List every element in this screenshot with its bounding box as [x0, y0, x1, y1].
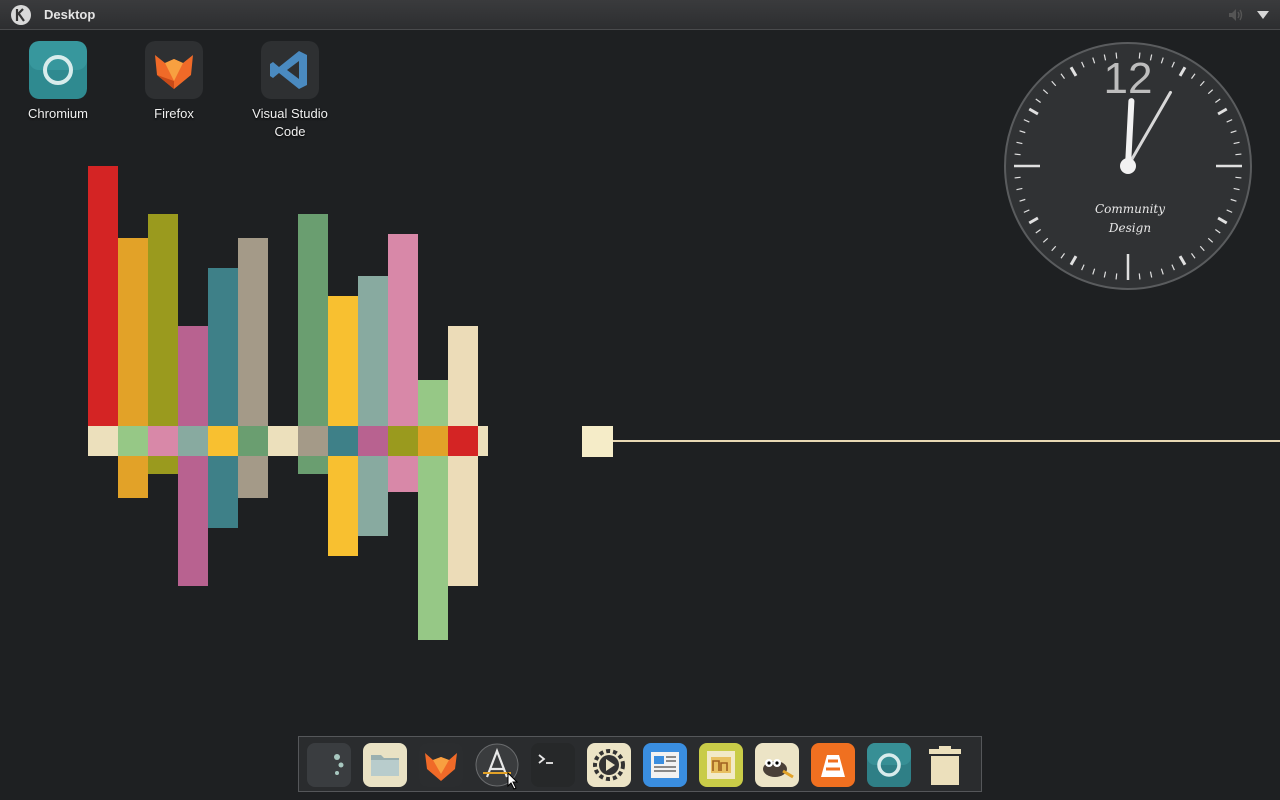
visualizer-bar — [178, 326, 208, 426]
plasma-icon — [307, 743, 351, 787]
visualizer-progress-marker — [582, 426, 613, 457]
visualizer-baseline-block — [328, 426, 358, 456]
visualizer-bar — [448, 326, 478, 426]
gear-icon — [587, 743, 631, 787]
visualizer-bar — [88, 166, 118, 426]
dock-item-terminal[interactable] — [531, 743, 575, 787]
visualizer-baseline-block — [178, 426, 208, 456]
visualizer-bar-reflection — [178, 456, 208, 586]
visualizer-baseline-block — [418, 426, 448, 456]
dock-item-trash[interactable] — [923, 743, 967, 787]
dock-item-files[interactable] — [363, 743, 407, 787]
visualizer-baseline-block — [358, 426, 388, 456]
visualizer-progress-line — [613, 440, 1280, 442]
visualizer-bar — [208, 268, 238, 426]
visualizer-bar-reflection — [448, 456, 478, 586]
visualizer-baseline-block — [298, 426, 328, 456]
visualizer-bar — [238, 238, 268, 426]
folder-icon — [363, 743, 407, 787]
visualizer-bar — [118, 238, 148, 426]
dock — [298, 736, 982, 792]
document-icon — [643, 743, 687, 787]
clock-brand-line2: Design — [1108, 221, 1151, 235]
firefox-icon — [419, 743, 463, 787]
visualizer-baseline-block — [388, 426, 418, 456]
visualizer-bar — [388, 234, 418, 426]
dock-item-settings[interactable] — [587, 743, 631, 787]
visualizer-bar-reflection — [118, 456, 148, 498]
dock-item-chromium[interactable] — [867, 743, 911, 787]
clock-tick — [1014, 153, 1021, 156]
chromium-icon — [867, 743, 911, 787]
visualizer-bar — [328, 296, 358, 426]
dock-item-image-viewer[interactable] — [699, 743, 743, 787]
dock-item-text-editor[interactable] — [643, 743, 687, 787]
visualizer-bar-reflection — [418, 456, 448, 640]
trash-icon — [929, 746, 961, 785]
visualizer-bar — [298, 214, 328, 426]
analog-clock-widget: 12 Community Design — [1004, 42, 1252, 290]
visualizer-baseline-block — [478, 426, 488, 456]
visualizer-baseline-block — [118, 426, 148, 456]
visualizer-bar-reflection — [238, 456, 268, 498]
visualizer-baseline-block — [148, 426, 178, 456]
visualizer-bar-reflection — [358, 456, 388, 536]
dock-item-plasma-launcher[interactable] — [307, 743, 351, 787]
visualizer-baseline-block — [448, 426, 478, 456]
dock-item-vlc[interactable] — [811, 743, 855, 787]
dock-item-gimp[interactable] — [755, 743, 799, 787]
terminal-icon — [531, 743, 575, 787]
clock-brand-line1: Community — [1095, 202, 1165, 216]
dock-item-firefox[interactable] — [419, 743, 463, 787]
clock-tick — [1235, 153, 1242, 156]
visualizer-bar — [358, 276, 388, 426]
clock-tick — [1138, 273, 1141, 280]
clock-tick — [1235, 176, 1242, 179]
mouse-cursor-icon — [507, 772, 519, 790]
visualizer-bar — [418, 380, 448, 426]
clock-center-pin — [1120, 158, 1136, 174]
visualizer-bar-reflection — [328, 456, 358, 556]
clock-hour-hand — [1125, 98, 1135, 169]
visualizer-baseline-block — [268, 426, 298, 456]
visualizer-bar-reflection — [388, 456, 418, 492]
clock-tick — [1014, 176, 1021, 179]
visualizer-bar — [148, 214, 178, 426]
clock-tick — [1115, 273, 1118, 280]
visualizer-bar-reflection — [148, 456, 178, 474]
visualizer-baseline-block — [88, 426, 118, 456]
visualizer-bar-reflection — [298, 456, 328, 474]
visualizer-baseline-block — [238, 426, 268, 456]
visualizer-baseline-block — [208, 426, 238, 456]
visualizer-bar-reflection — [208, 456, 238, 528]
vlc-icon — [811, 743, 855, 787]
clock-numeral-12: 12 — [1104, 54, 1153, 103]
gimp-icon — [755, 743, 799, 787]
image-icon — [699, 743, 743, 787]
